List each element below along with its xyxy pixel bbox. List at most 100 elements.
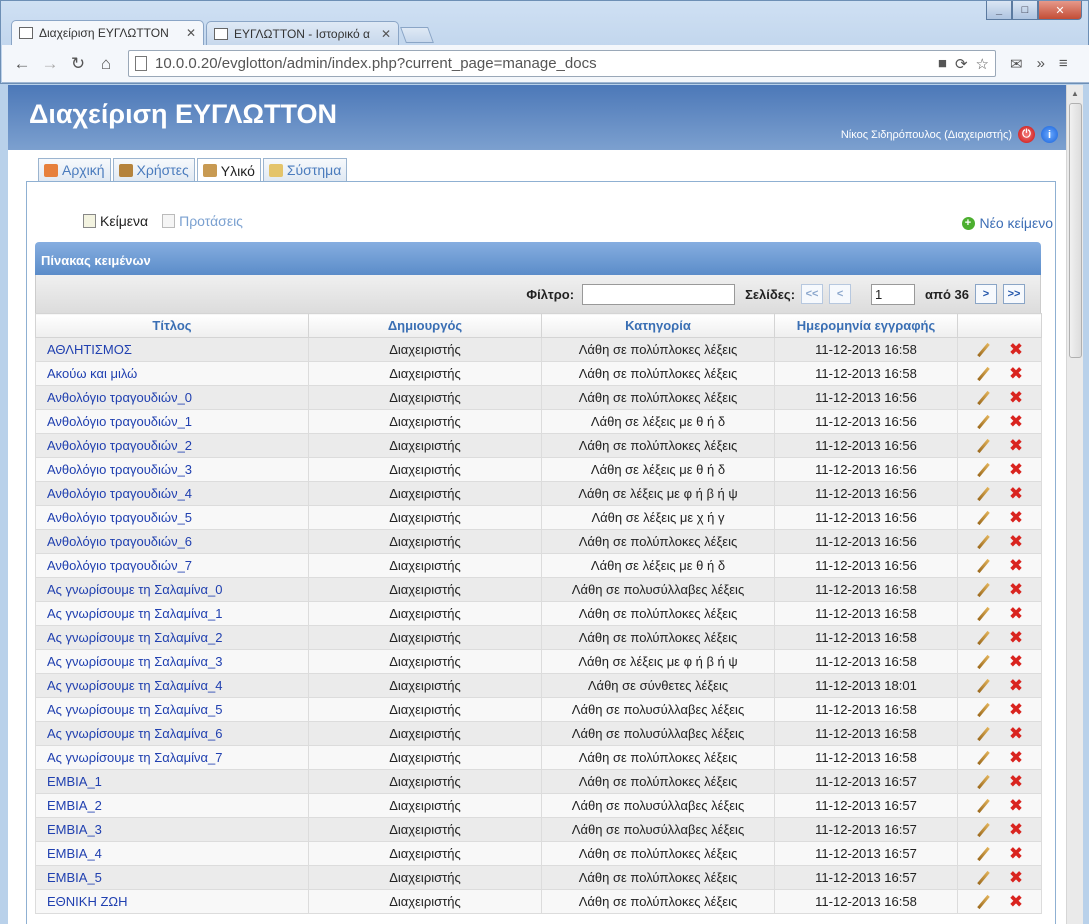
menu-tab-home[interactable]: Αρχική — [38, 158, 111, 181]
more-extensions-icon[interactable]: » — [1037, 55, 1045, 72]
reload-icon[interactable]: ↻ — [66, 52, 90, 76]
delete-icon[interactable]: ✖ — [1009, 485, 1023, 502]
delete-icon[interactable]: ✖ — [1009, 365, 1023, 382]
doc-title-link[interactable]: Ας γνωρίσουμε τη Σαλαμίνα_7 — [35, 745, 309, 770]
maximize-button[interactable]: □ — [1012, 1, 1038, 20]
gmail-icon[interactable]: ✉ — [1010, 55, 1023, 73]
delete-icon[interactable]: ✖ — [1009, 461, 1023, 478]
edit-icon[interactable] — [976, 607, 991, 621]
new-tab-button[interactable] — [400, 27, 434, 43]
doc-title-link[interactable]: ΕΜΒΙΑ_1 — [35, 769, 309, 794]
delete-icon[interactable]: ✖ — [1009, 629, 1023, 646]
edit-icon[interactable] — [976, 463, 991, 477]
edit-icon[interactable] — [976, 439, 991, 453]
close-tab-icon[interactable]: ✕ — [381, 27, 391, 41]
delete-icon[interactable]: ✖ — [1009, 533, 1023, 550]
delete-icon[interactable]: ✖ — [1009, 797, 1023, 814]
address-bar[interactable]: 10.0.0.20/evglotton/admin/index.php?curr… — [128, 50, 996, 77]
back-icon[interactable]: ← — [10, 52, 34, 76]
edit-icon[interactable] — [976, 559, 991, 573]
page-scrollbar[interactable]: ▲ — [1066, 85, 1083, 924]
delete-icon[interactable]: ✖ — [1009, 509, 1023, 526]
edit-icon[interactable] — [976, 655, 991, 669]
col-header-creator[interactable]: Δημιουργός — [308, 313, 542, 338]
delete-icon[interactable]: ✖ — [1009, 389, 1023, 406]
prev-page-button[interactable]: < — [829, 284, 852, 304]
edit-icon[interactable] — [976, 895, 991, 909]
menu-tab-material[interactable]: Υλικό — [196, 158, 261, 182]
edit-icon[interactable] — [976, 679, 991, 693]
page-number-input[interactable]: 1 — [871, 283, 916, 305]
browser-tab-admin[interactable]: Διαχείριση ΕΥΓΛΩΤΤΟΝ ✕ — [11, 20, 204, 45]
edit-icon[interactable] — [976, 535, 991, 549]
last-page-button[interactable]: >> — [1003, 284, 1025, 304]
doc-title-link[interactable]: Ανθολόγιο τραγουδιών_2 — [35, 433, 309, 458]
doc-title-link[interactable]: Ανθολόγιο τραγουδιών_5 — [35, 505, 309, 530]
delete-icon[interactable]: ✖ — [1009, 749, 1023, 766]
edit-icon[interactable] — [976, 415, 991, 429]
bookmark-star-icon[interactable]: ☆ — [976, 55, 989, 73]
edit-icon[interactable] — [976, 367, 991, 381]
minimize-button[interactable]: _ — [986, 1, 1012, 20]
doc-title-link[interactable]: ΑΘΛΗΤΙΣΜΟΣ — [35, 337, 309, 362]
delete-icon[interactable]: ✖ — [1009, 869, 1023, 886]
doc-title-link[interactable]: Ανθολόγιο τραγουδιών_4 — [35, 481, 309, 506]
doc-title-link[interactable]: Ας γνωρίσουμε τη Σαλαμίνα_4 — [35, 673, 309, 698]
delete-icon[interactable]: ✖ — [1009, 701, 1023, 718]
delete-icon[interactable]: ✖ — [1009, 557, 1023, 574]
doc-title-link[interactable]: ΕΘΝΙΚΗ ΖΩΗ — [35, 889, 309, 914]
delete-icon[interactable]: ✖ — [1009, 341, 1023, 358]
edit-icon[interactable] — [976, 775, 991, 789]
edit-icon[interactable] — [976, 727, 991, 741]
delete-icon[interactable]: ✖ — [1009, 605, 1023, 622]
scrollbar-thumb[interactable] — [1069, 103, 1082, 358]
subnav-texts[interactable]: Κείμενα — [83, 213, 148, 229]
delete-icon[interactable]: ✖ — [1009, 677, 1023, 694]
delete-icon[interactable]: ✖ — [1009, 845, 1023, 862]
edit-icon[interactable] — [976, 751, 991, 765]
close-tab-icon[interactable]: ✕ — [186, 26, 196, 40]
delete-icon[interactable]: ✖ — [1009, 821, 1023, 838]
doc-title-link[interactable]: Ανθολόγιο τραγουδιών_7 — [35, 553, 309, 578]
doc-title-link[interactable]: Ανθολόγιο τραγουδιών_6 — [35, 529, 309, 554]
menu-tab-system[interactable]: Σύστημα — [262, 158, 348, 181]
edit-icon[interactable] — [976, 511, 991, 525]
subnav-sentences[interactable]: Προτάσεις — [162, 213, 243, 229]
doc-title-link[interactable]: Ας γνωρίσουμε τη Σαλαμίνα_5 — [35, 697, 309, 722]
scroll-up-icon[interactable]: ▲ — [1067, 85, 1083, 102]
first-page-button[interactable]: << — [801, 284, 824, 304]
doc-title-link[interactable]: ΕΜΒΙΑ_2 — [35, 793, 309, 818]
filter-input[interactable] — [582, 283, 736, 305]
doc-title-link[interactable]: Ανθολόγιο τραγουδιών_1 — [35, 409, 309, 434]
edit-icon[interactable] — [976, 391, 991, 405]
doc-title-link[interactable]: Ανθολόγιο τραγουδιών_3 — [35, 457, 309, 482]
menu-tab-users[interactable]: Χρήστες — [112, 158, 195, 181]
doc-title-link[interactable]: Ακούω και μιλώ — [35, 361, 309, 386]
delete-icon[interactable]: ✖ — [1009, 893, 1023, 910]
info-icon[interactable]: i — [1041, 126, 1058, 143]
delete-icon[interactable]: ✖ — [1009, 773, 1023, 790]
delete-icon[interactable]: ✖ — [1009, 725, 1023, 742]
edit-icon[interactable] — [976, 343, 991, 357]
forward-icon[interactable]: → — [38, 52, 62, 76]
delete-icon[interactable]: ✖ — [1009, 653, 1023, 670]
extension-icon[interactable]: ■ — [938, 55, 947, 72]
new-document-link[interactable]: + Νέο κείμενο — [961, 215, 1053, 231]
doc-title-link[interactable]: ΕΜΒΙΑ_4 — [35, 841, 309, 866]
doc-title-link[interactable]: Ας γνωρίσουμε τη Σαλαμίνα_6 — [35, 721, 309, 746]
doc-title-link[interactable]: Ας γνωρίσουμε τη Σαλαμίνα_1 — [35, 601, 309, 626]
col-header-title[interactable]: Τίτλος — [35, 313, 309, 338]
edit-icon[interactable] — [976, 847, 991, 861]
col-header-date[interactable]: Ημερομηνία εγγραφής — [774, 313, 958, 338]
doc-title-link[interactable]: Ας γνωρίσουμε τη Σαλαμίνα_2 — [35, 625, 309, 650]
doc-title-link[interactable]: Ας γνωρίσουμε τη Σαλαμίνα_0 — [35, 577, 309, 602]
browser-tab-history[interactable]: ΕΥΓΛΩΤΤΟΝ - Ιστορικό α ✕ — [206, 21, 399, 45]
logout-icon[interactable]: ⏻ — [1018, 126, 1035, 143]
edit-icon[interactable] — [976, 631, 991, 645]
edit-icon[interactable] — [976, 799, 991, 813]
doc-title-link[interactable]: Ανθολόγιο τραγουδιών_0 — [35, 385, 309, 410]
edit-icon[interactable] — [976, 703, 991, 717]
delete-icon[interactable]: ✖ — [1009, 437, 1023, 454]
delete-icon[interactable]: ✖ — [1009, 581, 1023, 598]
doc-title-link[interactable]: ΕΜΒΙΑ_3 — [35, 817, 309, 842]
